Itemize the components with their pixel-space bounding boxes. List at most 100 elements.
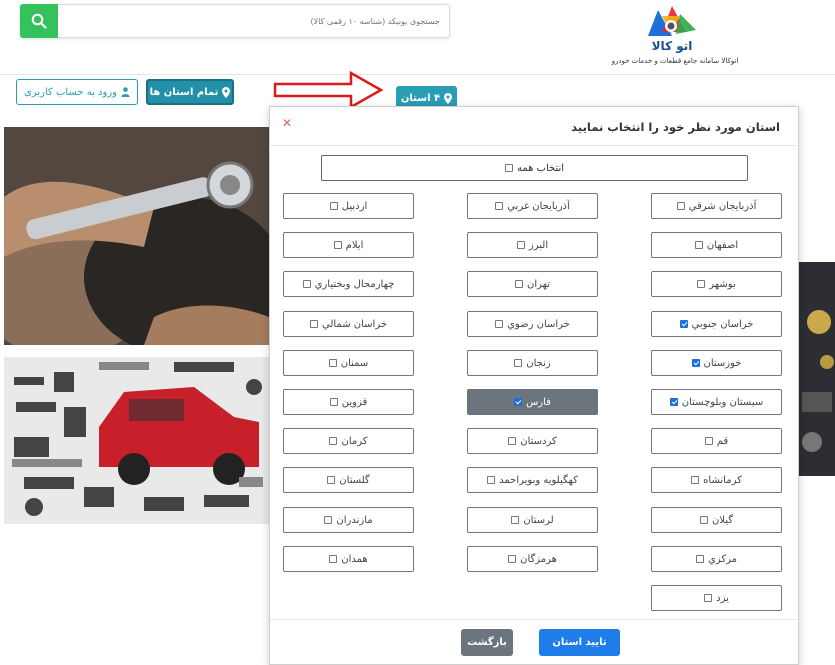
province-option[interactable]: زنجان — [467, 350, 598, 376]
province-option[interactable]: يزد — [651, 585, 782, 611]
province-checkbox[interactable] — [676, 202, 685, 210]
province-checkbox[interactable] — [302, 280, 311, 288]
map-marker-icon — [444, 92, 453, 104]
product-image-engine[interactable] — [797, 262, 835, 476]
province-checkbox[interactable] — [704, 594, 713, 602]
province-option[interactable]: اصفهان — [651, 232, 782, 258]
province-checkbox[interactable] — [511, 516, 520, 524]
province-checkbox[interactable] — [691, 359, 700, 367]
province-checkbox[interactable] — [333, 241, 342, 249]
all-provinces-button[interactable]: تمام استان ها — [146, 79, 234, 105]
search-input[interactable] — [62, 6, 446, 36]
logo-tagline: اتوکالا سامانه جامع قطعات و خدمات خودرو — [611, 57, 739, 65]
province-label: خوزستان — [703, 357, 742, 369]
province-option[interactable]: سيستان وبلوچستان — [651, 389, 782, 415]
province-option[interactable]: خراسان شمالي — [283, 311, 414, 337]
province-option[interactable]: خراسان رضوي — [467, 311, 598, 337]
province-checkbox[interactable] — [696, 555, 705, 563]
province-checkbox[interactable] — [516, 241, 525, 249]
province-label: سيستان وبلوچستان — [681, 396, 764, 408]
province-label: سمنان — [340, 357, 369, 369]
province-option[interactable]: فارس — [467, 389, 598, 415]
back-button[interactable]: بازگشت — [461, 629, 513, 656]
province-label: كردستان — [520, 435, 557, 447]
all-provinces-label: تمام استان ها — [149, 86, 219, 98]
modal-footer-divider — [270, 619, 800, 620]
province-option[interactable]: كردستان — [467, 428, 598, 454]
header-divider — [0, 74, 835, 75]
user-icon — [121, 87, 130, 97]
province-checkbox[interactable] — [329, 555, 338, 563]
province-checkbox[interactable] — [328, 359, 337, 367]
province-checkbox[interactable] — [699, 516, 708, 524]
select-all-checkbox[interactable] — [504, 164, 513, 172]
province-checkbox[interactable] — [679, 320, 688, 328]
province-checkbox[interactable] — [327, 476, 336, 484]
province-option[interactable]: مازندران — [283, 507, 414, 533]
modal-header-divider — [270, 145, 800, 146]
province-label: كرمان — [341, 435, 368, 447]
province-checkbox[interactable] — [495, 320, 504, 328]
province-option[interactable]: بوشهر — [651, 271, 782, 297]
province-label: اردبيل — [341, 200, 368, 212]
province-checkbox[interactable] — [495, 202, 504, 210]
province-option[interactable]: آذربایجان شرقي — [651, 193, 782, 219]
province-option[interactable]: آذربایجان غربي — [467, 193, 598, 219]
province-label: لرستان — [523, 514, 554, 526]
login-label: ورود به حساب کاربری — [24, 86, 117, 98]
province-label: اصفهان — [706, 239, 739, 251]
province-option[interactable]: خراسان جنوبي — [651, 311, 782, 337]
province-checkbox[interactable] — [487, 476, 496, 484]
province-option[interactable]: لرستان — [467, 507, 598, 533]
province-checkbox[interactable] — [329, 398, 338, 406]
province-option[interactable]: چهارمحال وبختياري — [283, 271, 414, 297]
province-label: كرمانشاه — [703, 474, 742, 486]
province-label: هرمزگان — [520, 553, 557, 565]
province-option[interactable]: اردبيل — [283, 193, 414, 219]
province-label: خراسان شمالي — [322, 318, 388, 330]
province-option[interactable]: همدان — [283, 546, 414, 572]
province-checkbox[interactable] — [508, 437, 517, 445]
province-checkbox[interactable] — [514, 359, 523, 367]
province-option[interactable]: كهگيلويه وبويراحمد — [467, 467, 598, 493]
province-checkbox[interactable] — [329, 437, 338, 445]
province-label: گيلان — [711, 514, 734, 526]
province-checkbox[interactable] — [324, 516, 333, 524]
province-label: زنجان — [526, 357, 551, 369]
logo[interactable]: اتو کالا اتوکالا سامانه جامع قطعات و خدم… — [600, 2, 750, 72]
province-checkbox[interactable] — [697, 280, 706, 288]
province-checkbox[interactable] — [694, 241, 703, 249]
province-option[interactable]: تهران — [467, 271, 598, 297]
province-checkbox[interactable] — [514, 280, 523, 288]
province-option[interactable]: گلستان — [283, 467, 414, 493]
province-checkbox[interactable] — [508, 555, 517, 563]
confirm-province-button[interactable]: تایید استان — [539, 629, 620, 656]
province-option[interactable]: گيلان — [651, 507, 782, 533]
province-option[interactable]: كرمانشاه — [651, 467, 782, 493]
search-button[interactable] — [20, 4, 58, 38]
province-label: فارس — [526, 396, 551, 408]
province-checkbox[interactable] — [514, 398, 523, 406]
province-option[interactable]: هرمزگان — [467, 546, 598, 572]
province-checkbox[interactable] — [329, 202, 338, 210]
province-option[interactable]: سمنان — [283, 350, 414, 376]
province-option[interactable]: البرز — [467, 232, 598, 258]
province-option[interactable]: خوزستان — [651, 350, 782, 376]
product-image-car-parts[interactable] — [4, 357, 269, 524]
province-option[interactable]: كرمان — [283, 428, 414, 454]
province-count-label: ۴ استان — [400, 92, 441, 104]
province-option[interactable]: ايلام — [283, 232, 414, 258]
product-image-wrench[interactable] — [4, 127, 269, 345]
province-label: كهگيلويه وبويراحمد — [499, 474, 578, 486]
close-icon[interactable]: ✕ — [282, 116, 292, 130]
province-label: مركزي — [708, 553, 737, 565]
province-option[interactable]: قزوين — [283, 389, 414, 415]
province-option[interactable]: قم — [651, 428, 782, 454]
province-option[interactable]: مركزي — [651, 546, 782, 572]
province-checkbox[interactable] — [691, 476, 700, 484]
select-all-option[interactable]: انتخاب همه — [321, 155, 748, 181]
province-checkbox[interactable] — [310, 320, 318, 328]
login-button[interactable]: ورود به حساب کاربری — [16, 79, 138, 105]
province-checkbox[interactable] — [669, 398, 678, 406]
province-checkbox[interactable] — [704, 437, 713, 445]
